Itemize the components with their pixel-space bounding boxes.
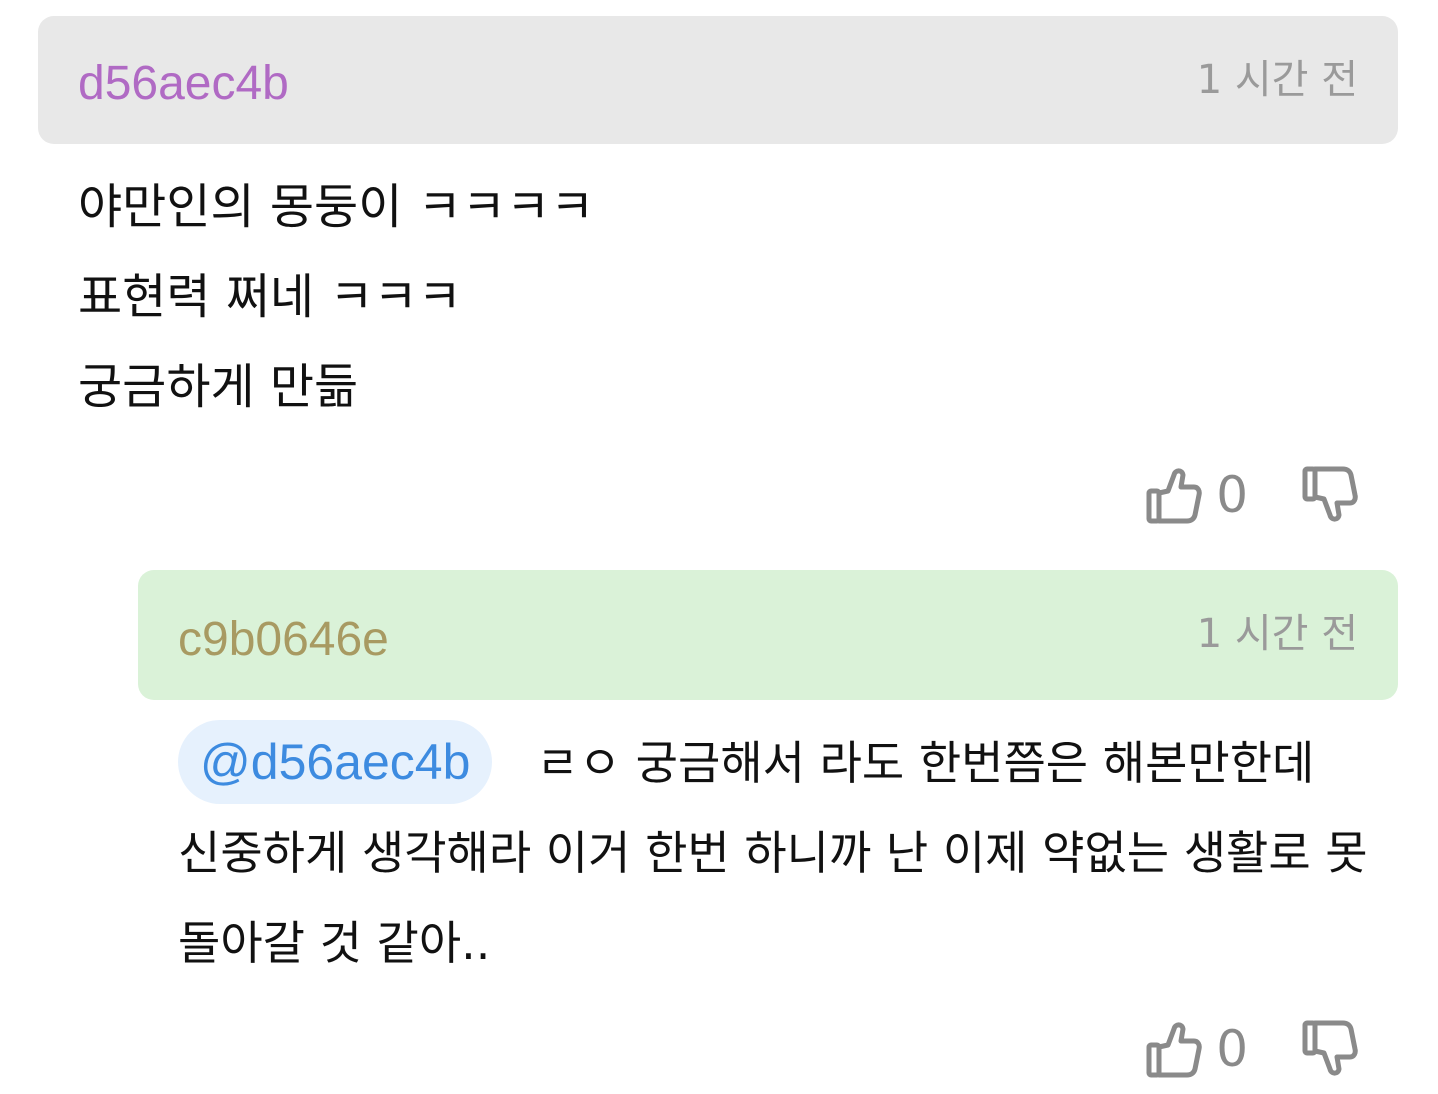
comment-timestamp: 1 시간 전	[1196, 57, 1358, 103]
dislike-button[interactable]	[1302, 1019, 1358, 1079]
reply-body: @d56aec4b ㄹㅇ 궁금해서 라도 한번쯤은 해본만한데 신중하게 생각해라…	[178, 718, 1368, 988]
comment-text: 야만인의 몽둥이 ㅋㅋㅋㅋ 표현력 쩌네 ㅋㅋㅋ 궁금하게 만듦	[78, 179, 595, 415]
thumbs-up-icon	[1146, 465, 1202, 525]
like-button[interactable]: 0	[1146, 465, 1302, 525]
mention-chip[interactable]: @d56aec4b	[178, 720, 493, 804]
reply-timestamp: 1 시간 전	[1196, 611, 1358, 657]
comment-header: d56aec4b 1 시간 전	[38, 16, 1398, 144]
like-count: 0	[1216, 1020, 1248, 1078]
reply-username[interactable]: c9b0646e	[178, 612, 389, 668]
comment-actions: 0	[1146, 460, 1358, 530]
dislike-button[interactable]	[1302, 465, 1358, 525]
comment-username[interactable]: d56aec4b	[78, 56, 289, 112]
thumbs-down-icon	[1302, 1019, 1358, 1079]
thumbs-down-icon	[1302, 465, 1358, 525]
reply-header: c9b0646e 1 시간 전	[138, 570, 1398, 700]
like-count: 0	[1216, 466, 1248, 524]
thumbs-up-icon	[1146, 1019, 1202, 1079]
like-button[interactable]: 0	[1146, 1019, 1302, 1079]
reply-actions: 0	[1146, 1014, 1358, 1084]
